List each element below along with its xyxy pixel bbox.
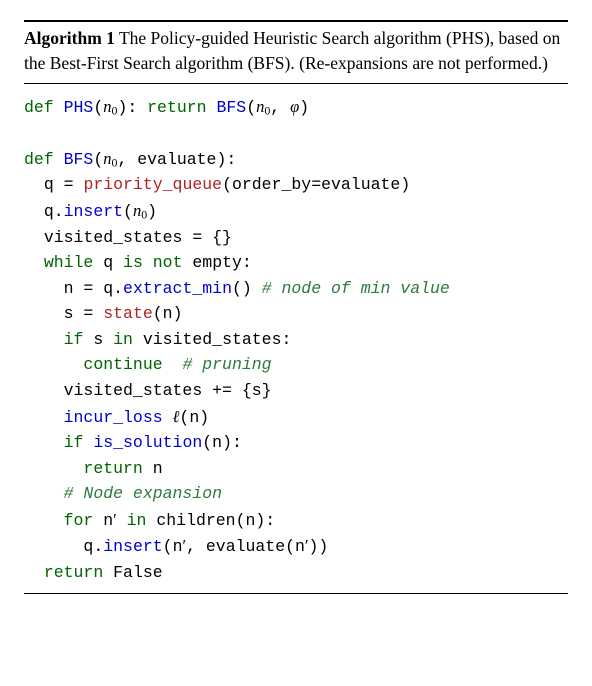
fn-phs: PHS [64,98,94,117]
arg-n-4: n [246,511,256,530]
kw-is: is [123,253,143,272]
fn-children: children [156,511,235,530]
kw-in: in [113,330,133,349]
algorithm-header: Algorithm 1 The Policy-guided Heuristic … [24,22,568,84]
var-q-2: q [44,202,54,221]
kw-return-2: return [83,459,142,478]
arg-evaluate: evaluate [321,175,400,194]
kw-return: return [147,98,206,117]
cls-state: state [103,304,153,323]
lit-set-s: {s} [242,381,272,400]
fn-insert: insert [64,202,123,221]
var-q-4: q [103,279,113,298]
kwarg-order-by: order_by [232,175,311,194]
sym-n0-2: n0 [256,97,270,116]
arg-n: n [163,304,173,323]
var-visited-2: visited_states [143,330,282,349]
comment-expansion: # Node expansion [64,484,222,503]
fn-is-solution: is_solution [93,433,202,452]
sym-phi: φ [290,97,299,116]
var-q-3: q [103,253,113,272]
var-s: s [64,304,74,323]
kw-return-3: return [44,563,103,582]
lit-empty-set: {} [212,228,232,247]
comment-pruning: # pruning [182,355,271,374]
algorithm-label: Algorithm 1 [24,28,115,48]
lit-false: False [113,563,163,582]
var-nprime: n′ [103,511,117,530]
sym-n0-3: n0 [103,149,117,168]
arg-nprime-2: n′ [295,537,309,556]
arg-n-2: n [189,408,199,427]
algorithm-body: def PHS(n0): return BFS(n0, φ) def BFS(n… [24,84,568,594]
var-visited: visited_states [44,228,183,247]
kw-if-2: if [64,433,84,452]
cls-priority-queue: priority_queue [83,175,222,194]
var-q: q [44,175,54,194]
fn-bfs-call: BFS [216,98,246,117]
fn-insert-2: insert [103,537,162,556]
var-s-2: s [93,330,103,349]
ret-n: n [153,459,163,478]
arg-n-3: n [212,433,222,452]
algorithm-box: Algorithm 1 The Policy-guided Heuristic … [24,20,568,594]
kw-def-2: def [24,150,54,169]
kw-if: if [64,330,84,349]
var-visited-3: visited_states [64,381,203,400]
kw-while: while [44,253,94,272]
arg-evaluate-2: evaluate [206,537,285,556]
var-n: n [64,279,74,298]
kw-for: for [64,511,94,530]
arg-nprime: n′ [173,537,187,556]
kw-in-2: in [127,511,147,530]
fn-bfs: BFS [64,150,94,169]
comment-min-value: # node of min value [262,279,450,298]
kw-not: not [153,253,183,272]
var-q-5: q [83,537,93,556]
kw-continue: continue [83,355,162,374]
txt-empty: empty [192,253,242,272]
fn-incur-loss: incur_loss [64,408,163,427]
fn-extract-min: extract_min [123,279,232,298]
sym-ell: ℓ [173,407,180,426]
sym-n0: n0 [103,97,117,116]
param-evaluate: evaluate [137,150,216,169]
sym-n0-4: n0 [133,201,147,220]
kw-def: def [24,98,54,117]
